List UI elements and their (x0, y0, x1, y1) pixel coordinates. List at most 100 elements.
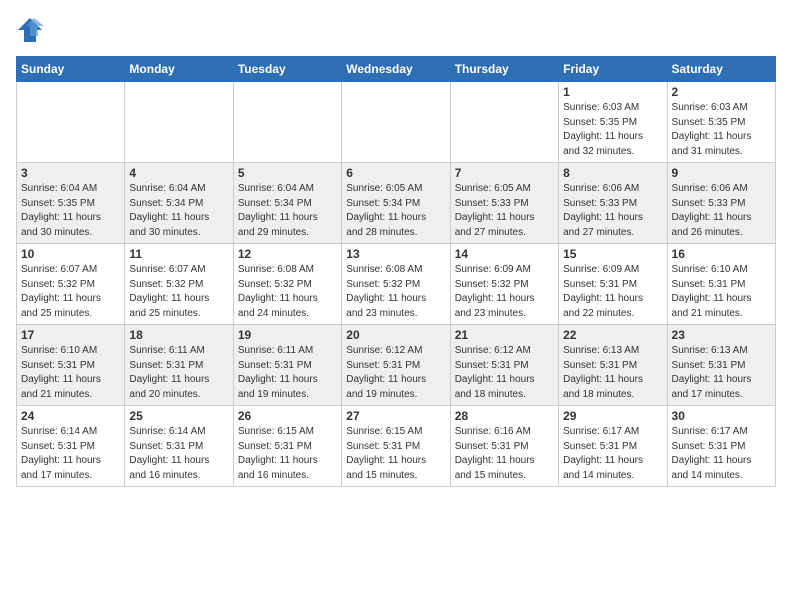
cell-info-text: Sunrise: 6:04 AM Sunset: 5:34 PM Dayligh… (129, 182, 228, 240)
calendar-cell: 28 Sunrise: 6:16 AM Sunset: 5:31 PM Dayli… (450, 406, 558, 487)
header-sunday: Sunday (17, 57, 125, 82)
calendar-cell: 18Sunrise: 6:11 AM Sunset: 5:31 PM Dayli… (125, 325, 233, 406)
calendar-cell: 24Sunrise: 6:14 AM Sunset: 5:31 PM Dayli… (17, 406, 125, 487)
header-thursday: Thursday (450, 57, 558, 82)
calendar-cell: 13Sunrise: 6:08 AM Sunset: 5:32 PM Dayli… (342, 244, 450, 325)
header-friday: Friday (559, 57, 667, 82)
cell-date-number: 13 (346, 247, 445, 261)
cell-info-text: Sunrise: 6:17 AM Sunset: 5:31 PM Dayligh… (563, 425, 662, 483)
calendar-cell: 26Sunrise: 6:15 AM Sunset: 5:31 PM Dayli… (233, 406, 341, 487)
calendar-cell: 29 Sunrise: 6:17 AM Sunset: 5:31 PM Dayli… (559, 406, 667, 487)
calendar-cell: 20 Sunrise: 6:12 AM Sunset: 5:31 PM Dayli… (342, 325, 450, 406)
cell-info-text: Sunrise: 6:07 AM Sunset: 5:32 PM Dayligh… (21, 263, 120, 321)
calendar-cell: 22 Sunrise: 6:13 AM Sunset: 5:31 PM Dayli… (559, 325, 667, 406)
calendar-cell: 11Sunrise: 6:07 AM Sunset: 5:32 PM Dayli… (125, 244, 233, 325)
cell-date-number: 19 (238, 328, 337, 342)
calendar-cell: 14 Sunrise: 6:09 AM Sunset: 5:32 PM Dayli… (450, 244, 558, 325)
cell-info-text: Sunrise: 6:07 AM Sunset: 5:32 PM Dayligh… (129, 263, 228, 321)
calendar-cell (342, 82, 450, 163)
calendar-cell: 8 Sunrise: 6:06 AM Sunset: 5:33 PM Daylig… (559, 163, 667, 244)
cell-info-text: Sunrise: 6:11 AM Sunset: 5:31 PM Dayligh… (129, 344, 228, 402)
cell-date-number: 16 (672, 247, 771, 261)
cell-date-number: 25 (129, 409, 228, 423)
cell-date-number: 10 (21, 247, 120, 261)
calendar-cell: 15 Sunrise: 6:09 AM Sunset: 5:31 PM Dayli… (559, 244, 667, 325)
calendar-cell (233, 82, 341, 163)
cell-info-text: Sunrise: 6:10 AM Sunset: 5:31 PM Dayligh… (21, 344, 120, 402)
cell-date-number: 27 (346, 409, 445, 423)
cell-date-number: 8 (563, 166, 662, 180)
cell-date-number: 3 (21, 166, 120, 180)
cell-info-text: Sunrise: 6:08 AM Sunset: 5:32 PM Dayligh… (238, 263, 337, 321)
cell-info-text: Sunrise: 6:06 AM Sunset: 5:33 PM Dayligh… (563, 182, 662, 240)
calendar-week-row: 1 Sunrise: 6:03 AM Sunset: 5:35 PM Daylig… (17, 82, 776, 163)
cell-date-number: 24 (21, 409, 120, 423)
calendar-cell: 1 Sunrise: 6:03 AM Sunset: 5:35 PM Daylig… (559, 82, 667, 163)
cell-info-text: Sunrise: 6:16 AM Sunset: 5:31 PM Dayligh… (455, 425, 554, 483)
calendar-cell: 17 Sunrise: 6:10 AM Sunset: 5:31 PM Dayli… (17, 325, 125, 406)
calendar-week-row: 17 Sunrise: 6:10 AM Sunset: 5:31 PM Dayli… (17, 325, 776, 406)
cell-info-text: Sunrise: 6:09 AM Sunset: 5:32 PM Dayligh… (455, 263, 554, 321)
cell-date-number: 7 (455, 166, 554, 180)
calendar-cell: 7 Sunrise: 6:05 AM Sunset: 5:33 PM Daylig… (450, 163, 558, 244)
calendar-cell (17, 82, 125, 163)
calendar-cell: 30 Sunrise: 6:17 AM Sunset: 5:31 PM Dayli… (667, 406, 775, 487)
cell-date-number: 29 (563, 409, 662, 423)
cell-date-number: 5 (238, 166, 337, 180)
cell-info-text: Sunrise: 6:05 AM Sunset: 5:33 PM Dayligh… (455, 182, 554, 240)
cell-date-number: 2 (672, 85, 771, 99)
cell-date-number: 4 (129, 166, 228, 180)
header-saturday: Saturday (667, 57, 775, 82)
cell-date-number: 1 (563, 85, 662, 99)
calendar-week-row: 10 Sunrise: 6:07 AM Sunset: 5:32 PM Dayli… (17, 244, 776, 325)
calendar-cell: 6 Sunrise: 6:05 AM Sunset: 5:34 PM Daylig… (342, 163, 450, 244)
cell-date-number: 23 (672, 328, 771, 342)
calendar-cell: 23 Sunrise: 6:13 AM Sunset: 5:31 PM Dayli… (667, 325, 775, 406)
cell-info-text: Sunrise: 6:14 AM Sunset: 5:31 PM Dayligh… (129, 425, 228, 483)
cell-info-text: Sunrise: 6:10 AM Sunset: 5:31 PM Dayligh… (672, 263, 771, 321)
cell-info-text: Sunrise: 6:17 AM Sunset: 5:31 PM Dayligh… (672, 425, 771, 483)
calendar-cell: 21 Sunrise: 6:12 AM Sunset: 5:31 PM Dayli… (450, 325, 558, 406)
page-header (16, 16, 776, 44)
calendar-cell: 3 Sunrise: 6:04 AM Sunset: 5:35 PM Daylig… (17, 163, 125, 244)
cell-date-number: 17 (21, 328, 120, 342)
cell-date-number: 12 (238, 247, 337, 261)
cell-info-text: Sunrise: 6:12 AM Sunset: 5:31 PM Dayligh… (346, 344, 445, 402)
cell-info-text: Sunrise: 6:04 AM Sunset: 5:34 PM Dayligh… (238, 182, 337, 240)
cell-date-number: 6 (346, 166, 445, 180)
cell-info-text: Sunrise: 6:03 AM Sunset: 5:35 PM Dayligh… (672, 101, 771, 159)
calendar-cell (125, 82, 233, 163)
cell-info-text: Sunrise: 6:13 AM Sunset: 5:31 PM Dayligh… (672, 344, 771, 402)
calendar-cell: 10 Sunrise: 6:07 AM Sunset: 5:32 PM Dayli… (17, 244, 125, 325)
cell-info-text: Sunrise: 6:15 AM Sunset: 5:31 PM Dayligh… (238, 425, 337, 483)
calendar-cell: 19 Sunrise: 6:11 AM Sunset: 5:31 PM Dayli… (233, 325, 341, 406)
calendar-cell: 16 Sunrise: 6:10 AM Sunset: 5:31 PM Dayli… (667, 244, 775, 325)
logo (16, 16, 48, 44)
cell-info-text: Sunrise: 6:09 AM Sunset: 5:31 PM Dayligh… (563, 263, 662, 321)
calendar-cell: 4 Sunrise: 6:04 AM Sunset: 5:34 PM Daylig… (125, 163, 233, 244)
calendar-cell (450, 82, 558, 163)
header-monday: Monday (125, 57, 233, 82)
cell-date-number: 21 (455, 328, 554, 342)
cell-info-text: Sunrise: 6:05 AM Sunset: 5:34 PM Dayligh… (346, 182, 445, 240)
header-tuesday: Tuesday (233, 57, 341, 82)
cell-date-number: 15 (563, 247, 662, 261)
cell-info-text: Sunrise: 6:15 AM Sunset: 5:31 PM Dayligh… (346, 425, 445, 483)
cell-date-number: 22 (563, 328, 662, 342)
calendar-cell: 27 Sunrise: 6:15 AM Sunset: 5:31 PM Dayli… (342, 406, 450, 487)
calendar-cell: 25 Sunrise: 6:14 AM Sunset: 5:31 PM Dayli… (125, 406, 233, 487)
cell-info-text: Sunrise: 6:03 AM Sunset: 5:35 PM Dayligh… (563, 101, 662, 159)
cell-date-number: 14 (455, 247, 554, 261)
cell-info-text: Sunrise: 6:04 AM Sunset: 5:35 PM Dayligh… (21, 182, 120, 240)
calendar-week-row: 24 Sunrise: 6:14 AM Sunset: 5:31 PM Dayli… (17, 406, 776, 487)
cell-date-number: 28 (455, 409, 554, 423)
cell-date-number: 30 (672, 409, 771, 423)
calendar-cell: 5 Sunrise: 6:04 AM Sunset: 5:34 PM Daylig… (233, 163, 341, 244)
calendar-cell: 12 Sunrise: 6:08 AM Sunset: 5:32 PM Dayli… (233, 244, 341, 325)
cell-info-text: Sunrise: 6:11 AM Sunset: 5:31 PM Dayligh… (238, 344, 337, 402)
cell-info-text: Sunrise: 6:13 AM Sunset: 5:31 PM Dayligh… (563, 344, 662, 402)
cell-date-number: 20 (346, 328, 445, 342)
cell-info-text: Sunrise: 6:12 AM Sunset: 5:31 PM Dayligh… (455, 344, 554, 402)
calendar-cell: 2 Sunrise: 6:03 AM Sunset: 5:35 PM Daylig… (667, 82, 775, 163)
calendar-cell: 9Sunrise: 6:06 AM Sunset: 5:33 PM Daylig… (667, 163, 775, 244)
